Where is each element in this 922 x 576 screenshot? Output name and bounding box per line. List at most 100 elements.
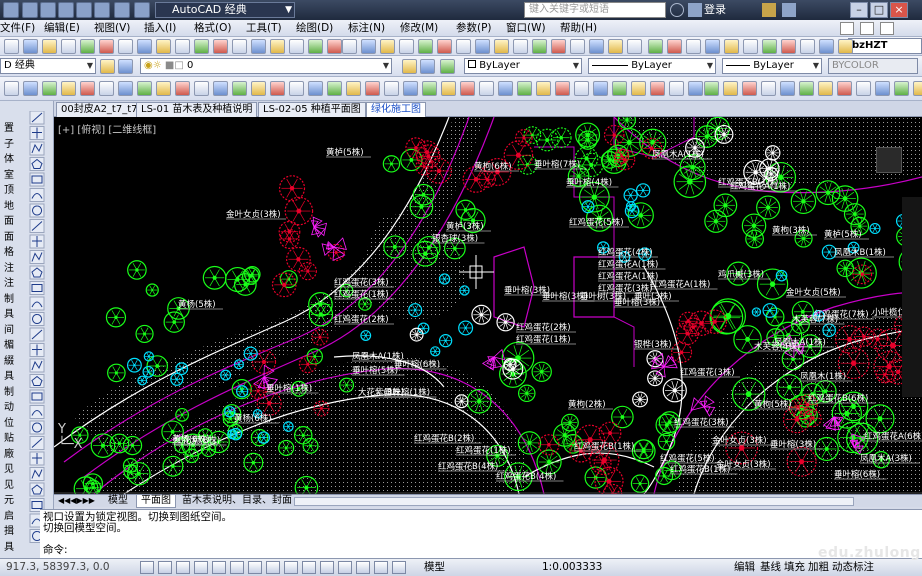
palette-tab-label[interactable]: 廠 bbox=[0, 449, 18, 461]
tolerance-icon[interactable] bbox=[232, 81, 247, 96]
palette-tab-label[interactable]: 格 bbox=[0, 247, 18, 259]
palette-tab-label[interactable]: 间 bbox=[0, 325, 18, 337]
infer-toggle-icon[interactable] bbox=[140, 561, 154, 574]
menu-insert[interactable]: 插入(I) bbox=[144, 20, 176, 37]
help-icon[interactable] bbox=[418, 39, 433, 54]
dim-baseline-icon[interactable] bbox=[175, 81, 190, 96]
palette-tab-label[interactable]: 注 bbox=[0, 263, 18, 275]
palette-tab-label[interactable]: 綴 bbox=[0, 356, 18, 368]
dim-radius-icon[interactable] bbox=[688, 81, 703, 96]
mirror-icon[interactable] bbox=[346, 81, 361, 96]
dim-aligned-icon[interactable] bbox=[23, 81, 38, 96]
doc-close-button[interactable] bbox=[880, 22, 894, 35]
tab-layout-plan[interactable]: 平面图 bbox=[136, 495, 176, 508]
publish-icon[interactable] bbox=[532, 39, 547, 54]
palette-tab-label[interactable]: 动 bbox=[0, 402, 18, 414]
center-mark-icon[interactable] bbox=[856, 81, 871, 96]
make-current-icon[interactable] bbox=[420, 59, 435, 74]
tool-palette-icon[interactable] bbox=[342, 39, 357, 54]
palette-tab-label[interactable]: 见 bbox=[0, 464, 18, 476]
copy-icon[interactable] bbox=[137, 39, 152, 54]
paste-icon[interactable] bbox=[156, 39, 171, 54]
print-icon[interactable] bbox=[94, 2, 110, 18]
dim-ordinate-icon[interactable] bbox=[669, 81, 684, 96]
tab-model[interactable]: 模型 bbox=[104, 495, 132, 508]
dim-ordinate-icon[interactable] bbox=[61, 81, 76, 96]
copy-icon[interactable] bbox=[570, 39, 585, 54]
layer-state-icon[interactable] bbox=[118, 59, 133, 74]
3dosnap-toggle-icon[interactable] bbox=[248, 561, 262, 574]
palette-tab-label[interactable]: 元 bbox=[0, 495, 18, 507]
extend-icon[interactable] bbox=[498, 81, 513, 96]
dim-aligned-icon[interactable] bbox=[631, 81, 646, 96]
help-search-input[interactable]: 键入关键字或短语 bbox=[524, 2, 666, 18]
workspace-selector[interactable]: AutoCAD 经典 ▼ bbox=[155, 2, 295, 18]
offset-icon[interactable] bbox=[29, 467, 45, 481]
ellipse-icon[interactable] bbox=[29, 250, 45, 264]
match-icon[interactable] bbox=[608, 39, 623, 54]
dim-diameter-icon[interactable] bbox=[723, 81, 738, 96]
polygon-icon[interactable] bbox=[29, 157, 45, 171]
tool-palette-icon[interactable] bbox=[781, 39, 796, 54]
offset-icon[interactable] bbox=[365, 81, 380, 96]
print-icon[interactable] bbox=[61, 39, 76, 54]
multiline-text-icon[interactable] bbox=[29, 389, 45, 404]
tab-layout-cover[interactable]: 苗木表说明、目录、封面 bbox=[178, 495, 296, 508]
qp-toggle-icon[interactable] bbox=[356, 561, 370, 574]
leader-icon[interactable] bbox=[818, 81, 833, 96]
design-center-icon[interactable] bbox=[762, 39, 777, 54]
doc-minimize-button[interactable] bbox=[840, 22, 854, 35]
horizontal-scrollbar[interactable] bbox=[294, 497, 854, 506]
menu-edit[interactable]: 编辑(E) bbox=[44, 20, 80, 37]
menu-draw[interactable]: 绘图(D) bbox=[296, 20, 333, 37]
new-icon[interactable] bbox=[4, 39, 19, 54]
zoom-icon[interactable] bbox=[251, 39, 266, 54]
palette-tab-label[interactable]: 制 bbox=[0, 387, 18, 399]
lineweight-combo[interactable]: ByLayer ▼ bbox=[722, 58, 822, 74]
dim-update-icon[interactable] bbox=[289, 81, 304, 96]
dim-arc-icon[interactable] bbox=[42, 81, 57, 96]
join-icon[interactable] bbox=[536, 81, 551, 96]
snap-toggle-icon[interactable] bbox=[158, 561, 172, 574]
dim-quick-icon[interactable] bbox=[761, 81, 776, 96]
layer-iso-icon[interactable] bbox=[440, 59, 455, 74]
open-icon[interactable] bbox=[40, 2, 56, 18]
navigation-bar[interactable] bbox=[902, 197, 922, 397]
cut-icon[interactable] bbox=[551, 39, 566, 54]
hatch-button[interactable]: 填充 bbox=[782, 560, 807, 576]
leader-icon[interactable] bbox=[213, 81, 228, 96]
cut-icon[interactable] bbox=[118, 39, 133, 54]
zoom-prev-icon[interactable] bbox=[724, 39, 739, 54]
dim-baseline-icon[interactable] bbox=[780, 81, 795, 96]
layer-previous-icon[interactable] bbox=[402, 59, 417, 74]
circle-icon[interactable] bbox=[29, 203, 45, 218]
baseline-button[interactable]: 基线 bbox=[758, 560, 783, 576]
menu-modify[interactable]: 修改(M) bbox=[400, 20, 438, 37]
layer-properties-icon[interactable] bbox=[100, 59, 115, 74]
redo-icon[interactable] bbox=[648, 39, 663, 54]
center-mark-icon[interactable] bbox=[251, 81, 266, 96]
copy-icon[interactable] bbox=[29, 436, 45, 450]
bold-button[interactable]: 加粗 bbox=[806, 560, 831, 576]
design-center-icon[interactable] bbox=[327, 39, 342, 54]
tab-plant-list[interactable]: LS-01 苗木表及种植说明 bbox=[136, 102, 258, 117]
dynamic-dim-button[interactable]: 动态标注 bbox=[830, 560, 876, 576]
saveas-icon[interactable] bbox=[76, 2, 92, 18]
dim-linear-icon[interactable] bbox=[4, 81, 19, 96]
properties-icon[interactable] bbox=[743, 39, 758, 54]
array-icon[interactable] bbox=[384, 81, 399, 96]
menu-help[interactable]: 帮助(H) bbox=[560, 20, 597, 37]
erase-icon[interactable] bbox=[913, 81, 922, 96]
move-icon[interactable] bbox=[403, 81, 418, 96]
app-menu-icon[interactable] bbox=[3, 2, 19, 18]
palette-tab-label[interactable]: 楣 bbox=[0, 340, 18, 352]
menu-parameters[interactable]: 参数(P) bbox=[456, 20, 492, 37]
markup-icon[interactable] bbox=[819, 39, 834, 54]
login-link[interactable]: 登录 bbox=[704, 1, 726, 19]
exchange-icon[interactable] bbox=[762, 3, 776, 17]
sheet-set-icon[interactable] bbox=[361, 39, 376, 54]
palette-tab-label[interactable]: 地 bbox=[0, 201, 18, 213]
dim-jogged-icon[interactable] bbox=[704, 81, 719, 96]
palette-tab-label[interactable]: 见 bbox=[0, 480, 18, 492]
edit-button[interactable]: 编辑 bbox=[732, 560, 757, 576]
